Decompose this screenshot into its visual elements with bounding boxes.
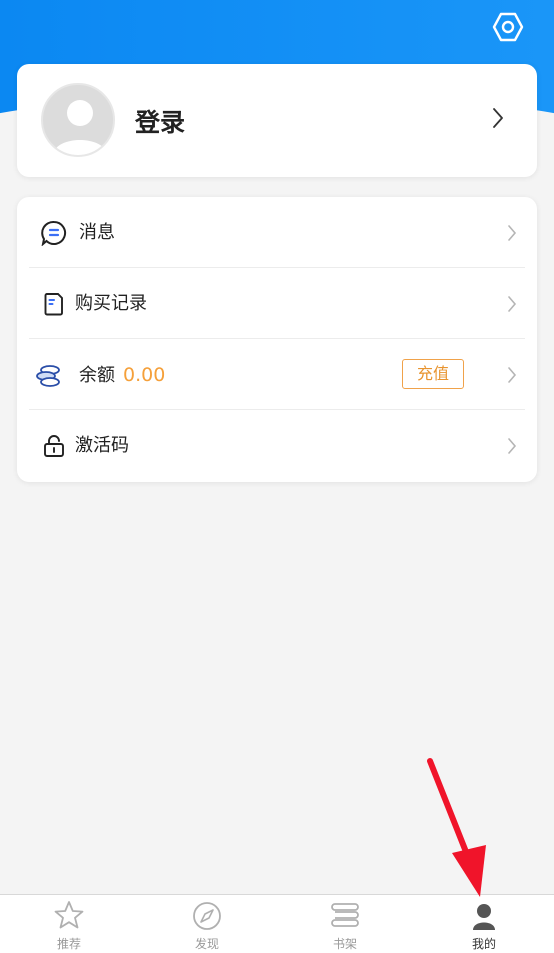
menu-item-messages[interactable]: 消息 [29, 197, 525, 268]
tab-label: 发现 [194, 937, 219, 951]
compass-icon [193, 902, 221, 930]
message-icon [41, 220, 66, 246]
login-label[interactable]: 登录 [135, 103, 185, 139]
menu-item-balance[interactable]: 余额 0.00 充值 [29, 339, 525, 410]
chevron-right-icon[interactable] [491, 106, 505, 130]
chevron-right-icon[interactable] [507, 295, 517, 313]
messages-label: 消息 [79, 222, 115, 243]
tab-label: 我的 [471, 937, 496, 951]
activation-code-label: 激活码 [75, 435, 129, 456]
star-icon [54, 901, 84, 929]
chevron-right-icon[interactable] [507, 366, 517, 384]
coins-icon [36, 365, 60, 387]
menu-item-activation-code[interactable]: 激活码 [29, 410, 525, 481]
lock-icon [44, 435, 64, 457]
purchase-records-label: 购买记录 [75, 293, 147, 314]
profile-card[interactable]: 登录 [17, 64, 537, 177]
tab-mine[interactable]: 我的 [415, 895, 553, 953]
balance-value: 0.00 [123, 364, 166, 386]
menu-card: 消息 购买记录 余额 0.00 充值 激活码 [17, 197, 537, 482]
annotation-arrow-icon [427, 758, 486, 897]
tab-discover[interactable]: 发现 [138, 895, 276, 953]
document-icon [44, 293, 63, 316]
chevron-right-icon[interactable] [507, 224, 517, 242]
bookshelf-icon [331, 903, 359, 927]
balance-label: 余额 [79, 365, 115, 386]
recharge-button[interactable]: 充值 [402, 359, 464, 389]
settings-icon[interactable] [491, 10, 525, 44]
default-avatar-icon[interactable] [41, 83, 115, 157]
tab-label: 书架 [332, 937, 357, 951]
chevron-right-icon[interactable] [507, 437, 517, 455]
person-icon [473, 904, 495, 930]
menu-item-purchase-records[interactable]: 购买记录 [29, 268, 525, 339]
balance-label-group: 余额 0.00 [79, 362, 165, 389]
tab-label: 推荐 [56, 937, 81, 951]
tab-recommend[interactable]: 推荐 [0, 895, 138, 953]
bottom-tab-bar: 推荐 发现 书架 我的 [0, 894, 554, 953]
tab-bookshelf[interactable]: 书架 [276, 895, 414, 953]
